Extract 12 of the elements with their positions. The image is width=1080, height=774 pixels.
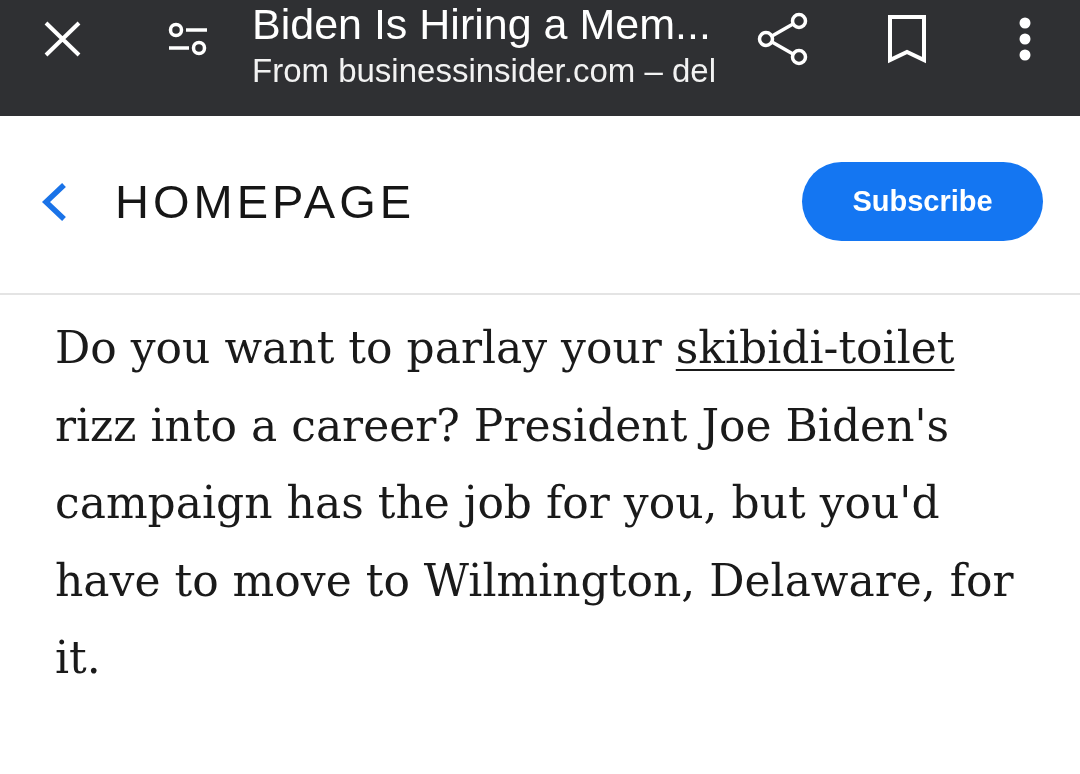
more-icon[interactable]: [1018, 17, 1031, 61]
chevron-left-icon: [40, 181, 68, 222]
close-icon[interactable]: [43, 21, 81, 57]
homepage-link[interactable]: HOMEPAGE: [115, 178, 416, 225]
subscribe-button[interactable]: Subscribe: [802, 162, 1043, 241]
article-paragraph: Do you want to parlay your skibidi-toilet rizz into a career? President Joe Biden's campaign has the job for you, but you'd have to move to Wilmington, Delaware, for it.: [55, 321, 1015, 685]
page-url: From businessinsider.com – del: [252, 54, 717, 87]
article-link[interactable]: skibidi-toilet: [675, 322, 955, 373]
share-icon[interactable]: [757, 12, 809, 66]
page-title: Biden Is Hiring a Mem...: [252, 0, 711, 48]
bookmark-icon[interactable]: [887, 14, 927, 64]
sliders-icon[interactable]: [168, 22, 208, 56]
